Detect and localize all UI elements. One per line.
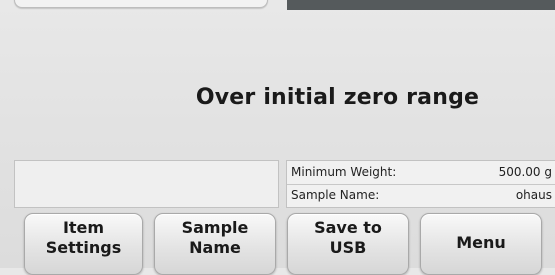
save-to-usb-button[interactable]: Save to USB: [287, 213, 409, 275]
minimum-weight-value: 500.00 g: [498, 165, 552, 179]
menu-button[interactable]: Menu: [420, 213, 542, 275]
sample-name-button[interactable]: Sample Name: [154, 213, 276, 275]
sample-name-label: Sample Name:: [291, 188, 380, 202]
save-to-usb-label: Save to USB: [314, 218, 382, 257]
sample-name-button-label: Sample Name: [181, 218, 249, 257]
info-panel: Minimum Weight: 500.00 g Sample Name: oh…: [286, 160, 555, 208]
left-info-panel: [14, 160, 279, 208]
status-message: Over initial zero range: [195, 85, 480, 110]
minimum-weight-label: Minimum Weight:: [291, 165, 397, 179]
top-tab[interactable]: [14, 0, 268, 8]
sample-name-value: ohaus: [515, 188, 552, 202]
item-settings-label: Item Settings: [45, 218, 122, 257]
minimum-weight-row: Minimum Weight: 500.00 g: [287, 161, 555, 185]
item-settings-button[interactable]: Item Settings: [24, 213, 143, 275]
top-status-bar: [287, 0, 555, 10]
menu-label: Menu: [456, 233, 506, 252]
sample-name-row: Sample Name: ohaus: [287, 184, 555, 207]
